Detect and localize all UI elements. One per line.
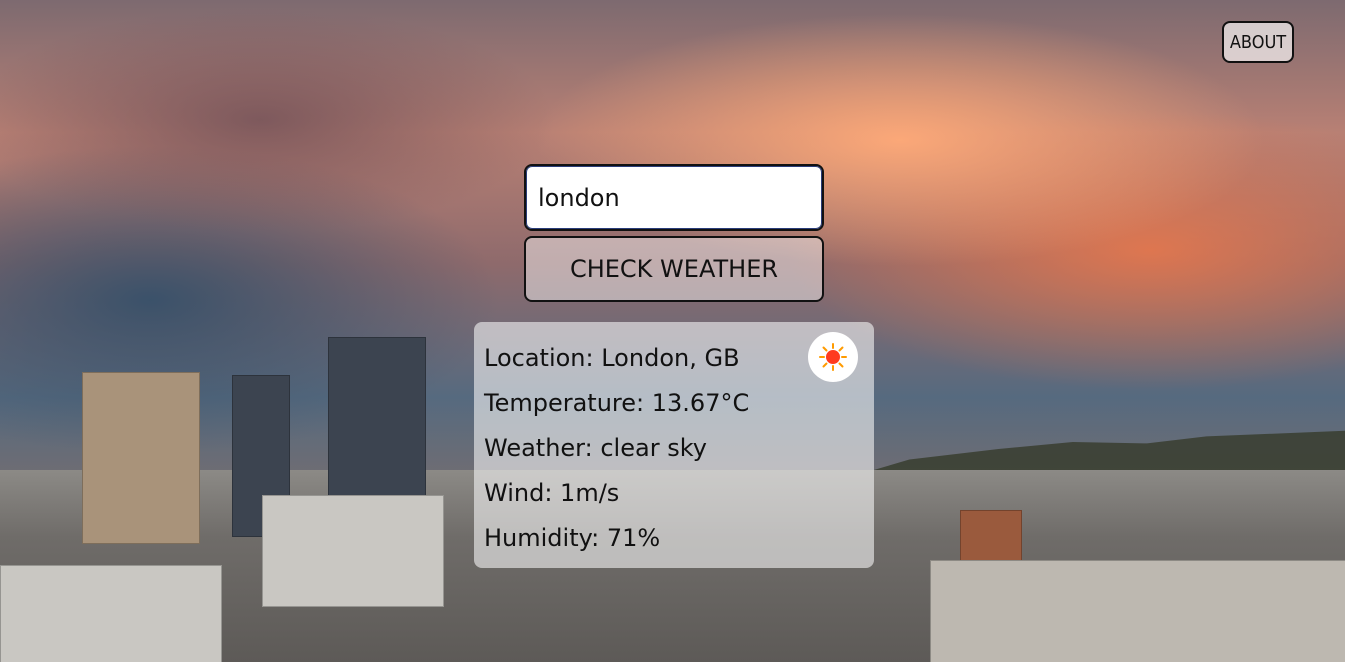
temperature-label: Temperature: [484, 389, 645, 417]
location-label: Location: [484, 344, 594, 372]
about-button[interactable]: ABOUT [1222, 21, 1294, 63]
humidity-value: 71% [606, 524, 661, 552]
sun-icon [808, 332, 858, 382]
humidity-label: Humidity: [484, 524, 600, 552]
check-weather-button[interactable]: CHECK WEATHER [524, 236, 824, 302]
condition-row: Weather: clear sky [484, 426, 864, 471]
location-row: Location: London, GB [484, 336, 864, 381]
location-value: London, GB [601, 344, 740, 372]
building [82, 372, 200, 544]
wind-label: Wind: [484, 479, 553, 507]
building [960, 510, 1022, 562]
wind-value: 1m/s [560, 479, 620, 507]
building [328, 337, 426, 504]
humidity-row: Humidity: 71% [484, 516, 864, 561]
building [930, 560, 1345, 662]
temperature-value: 13.67°C [651, 389, 750, 417]
sun-icon-svg [819, 343, 847, 371]
condition-label: Weather: [484, 434, 593, 462]
temperature-row: Temperature: 13.67°C [484, 381, 864, 426]
wind-row: Wind: 1m/s [484, 471, 864, 516]
condition-value: clear sky [600, 434, 707, 462]
search-input[interactable] [524, 164, 824, 231]
weather-card: Location: London, GB Temperature: 13.67°… [474, 322, 874, 568]
building [0, 565, 222, 662]
building [262, 495, 444, 607]
